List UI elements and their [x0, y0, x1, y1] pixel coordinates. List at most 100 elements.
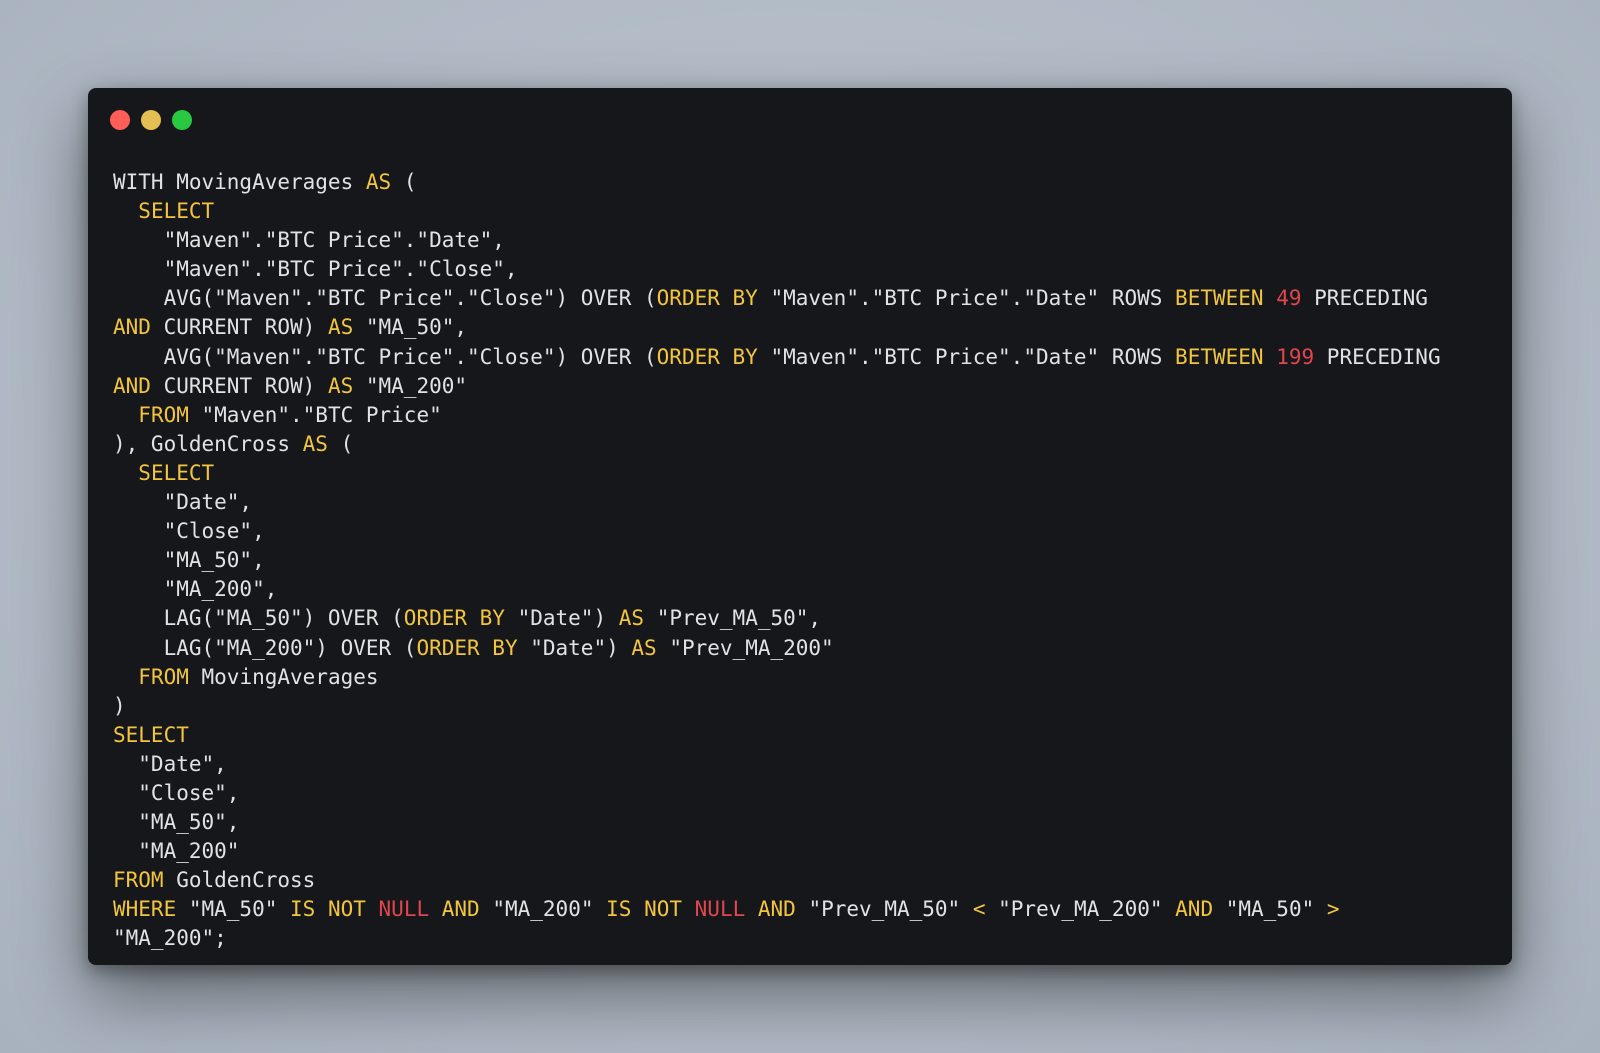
sql-text: PRECEDING [1301, 286, 1428, 311]
sql-text: "Maven"."BTC Price"."Date", [113, 228, 505, 253]
sql-text: LAG("MA_200") OVER ( [113, 635, 417, 660]
sql-text: "Date", [113, 751, 227, 776]
code-line: FROM "Maven"."BTC Price" [113, 401, 1503, 430]
code-line: SELECT [113, 197, 1503, 226]
sql-null-keyword: NULL [378, 897, 430, 922]
sql-keyword: IS NOT [290, 897, 366, 922]
close-window-icon[interactable] [110, 110, 130, 130]
code-line: WHERE "MA_50" IS NOT NULL AND "MA_200" I… [113, 895, 1503, 924]
sql-keyword: SELECT [113, 722, 189, 747]
sql-operator: < [972, 897, 986, 922]
code-line: AND CURRENT ROW) AS "MA_200" [113, 372, 1503, 401]
code-line: WITH MovingAverages AS ( [113, 168, 1503, 197]
code-line: "Close", [113, 517, 1503, 546]
sql-text: WITH MovingAverages [113, 170, 366, 194]
sql-keyword: FROM [138, 402, 189, 427]
sql-text: "MA_200" [353, 373, 468, 398]
sql-text: "Date") [517, 635, 632, 660]
sql-text: "MA_200" [479, 897, 607, 922]
sql-text: "MA_50", [353, 315, 468, 340]
sql-operator: > [1326, 897, 1340, 922]
code-line: ) [113, 692, 1503, 721]
code-line: "Maven"."BTC Price"."Close", [113, 255, 1503, 284]
sql-text: "MA_200" [113, 839, 240, 864]
sql-text: PRECEDING [1314, 344, 1441, 369]
code-line: AND CURRENT ROW) AS "MA_50", [113, 313, 1503, 342]
code-line: "MA_200"; [113, 924, 1503, 953]
sql-keyword: FROM [113, 868, 164, 893]
sql-text: ( [391, 170, 417, 194]
sql-text: "Maven"."BTC Price"."Date" ROWS [757, 344, 1176, 369]
sql-keyword: SELECT [138, 460, 215, 485]
minimize-window-icon[interactable] [141, 110, 161, 130]
code-line: "MA_50", [113, 808, 1503, 837]
sql-text: "MA_200", [113, 577, 278, 602]
sql-text: ( [327, 431, 354, 456]
sql-number: 49 [1276, 286, 1302, 311]
sql-keyword: BETWEEN [1175, 286, 1264, 311]
code-line: AVG("Maven"."BTC Price"."Close") OVER (O… [113, 284, 1503, 313]
sql-text: LAG("MA_50") OVER ( [113, 606, 404, 631]
sql-keyword: IS NOT [606, 897, 682, 922]
sql-text: CURRENT ROW) [150, 315, 328, 340]
code-line: "Date", [113, 488, 1503, 517]
code-line: LAG("MA_50") OVER (ORDER BY "Date") AS "… [113, 604, 1503, 633]
sql-keyword: ORDER BY [656, 344, 758, 369]
code-line: "Maven"."BTC Price"."Date", [113, 226, 1503, 255]
sql-keyword: AS [327, 315, 354, 340]
code-line: AVG("Maven"."BTC Price"."Close") OVER (O… [113, 343, 1503, 372]
sql-keyword: ORDER BY [416, 635, 518, 660]
sql-keyword: ORDER BY [656, 286, 758, 311]
sql-keyword: AND [757, 897, 796, 922]
sql-keyword: SELECT [138, 199, 215, 224]
code-line: "MA_200" [113, 837, 1503, 866]
sql-text: "Maven"."BTC Price"."Date" ROWS [757, 286, 1176, 311]
code-line: LAG("MA_200") OVER (ORDER BY "Date") AS … [113, 634, 1503, 663]
code-line: FROM GoldenCross [113, 866, 1503, 895]
code-window: WITH MovingAverages AS ( SELECT "Maven".… [88, 88, 1512, 965]
sql-text: "Prev_MA_200" [985, 897, 1176, 922]
sql-keyword: AS [618, 606, 645, 631]
sql-keyword: BETWEEN [1175, 344, 1264, 369]
sql-text: "Prev_MA_200" [656, 635, 834, 660]
code-line: "Close", [113, 779, 1503, 808]
sql-text: "MA_50", [113, 810, 240, 835]
sql-number: 199 [1276, 344, 1315, 369]
sql-text: "Maven"."BTC Price"."Close", [113, 257, 518, 282]
sql-keyword: AS [327, 373, 354, 398]
code-line: "Date", [113, 750, 1503, 779]
sql-keyword: AS [365, 170, 392, 194]
sql-text: GoldenCross [163, 868, 316, 893]
sql-text: AVG("Maven"."BTC Price"."Close") OVER ( [113, 344, 657, 369]
sql-keyword: WHERE [113, 897, 177, 922]
code-line: ), GoldenCross AS ( [113, 430, 1503, 459]
sql-keyword: AND [1175, 897, 1214, 922]
sql-text: "Date") [504, 606, 619, 631]
code-line: "MA_200", [113, 575, 1503, 604]
window-controls [110, 110, 192, 130]
sql-text: "Prev_MA_50" [795, 897, 973, 922]
sql-null-keyword: NULL [694, 897, 746, 922]
sql-keyword: AND [113, 373, 151, 398]
sql-text: "MA_50" [176, 897, 291, 922]
sql-text: "Close", [113, 780, 240, 805]
sql-keyword: AND [441, 897, 480, 922]
sql-text: "MA_50", [113, 548, 265, 573]
code-line: "MA_50", [113, 546, 1503, 575]
sql-text: "Date", [113, 490, 253, 515]
code-line: SELECT [113, 459, 1503, 488]
sql-text: "MA_200"; [113, 926, 227, 951]
sql-text: ) [113, 693, 126, 718]
sql-keyword: ORDER BY [403, 606, 505, 631]
sql-keyword: FROM [138, 664, 189, 689]
sql-text: "Prev_MA_50", [644, 606, 822, 631]
maximize-window-icon[interactable] [172, 110, 192, 130]
